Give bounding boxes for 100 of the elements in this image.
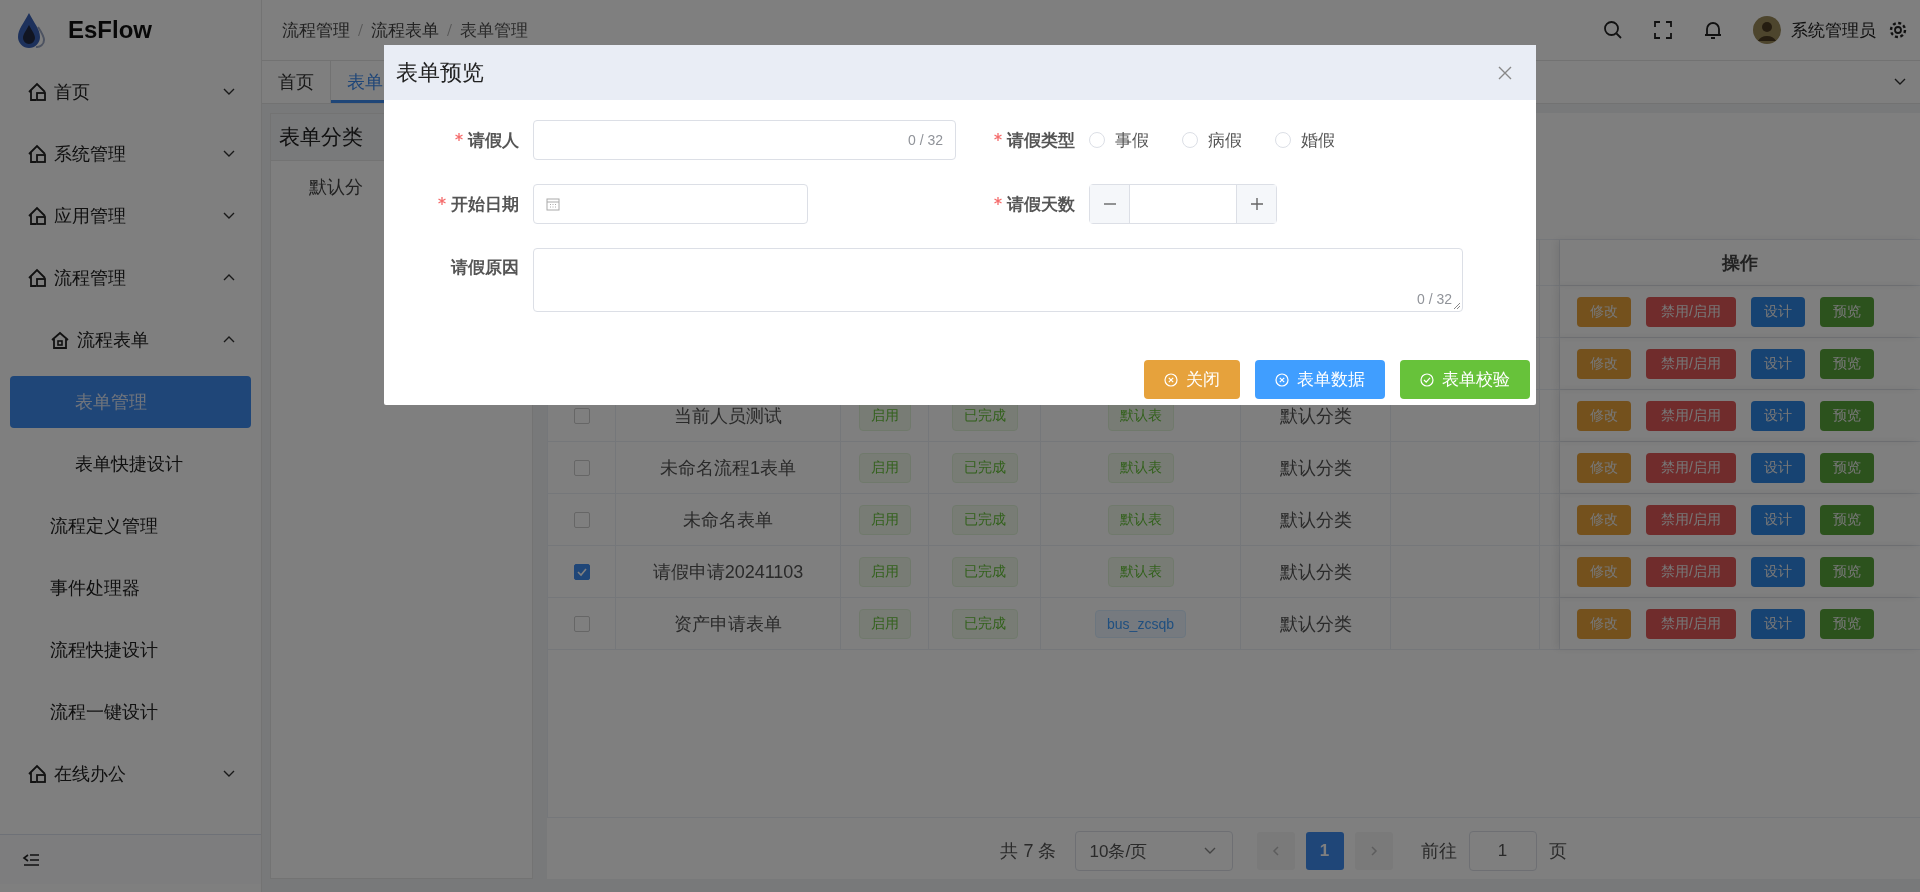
menu-item[interactable]: 表单管理 <box>10 376 251 428</box>
menu-item[interactable]: 应用管理 <box>0 185 261 247</box>
bell-icon <box>1703 20 1723 40</box>
menu-item[interactable]: 流程定义管理 <box>0 495 261 557</box>
field-label: 请假人 <box>468 129 519 152</box>
checkbox[interactable] <box>573 563 590 580</box>
action-button[interactable]: 设计 <box>1750 348 1805 379</box>
radio-circle[interactable] <box>1089 132 1105 148</box>
action-button[interactable]: 修改 <box>1577 400 1631 431</box>
table-cell-text: 未命名表单 <box>683 508 773 532</box>
status-tag: 已完成 <box>951 452 1018 483</box>
action-button[interactable]: 修改 <box>1577 504 1631 535</box>
table-cell-text: 未命名流程1表单 <box>660 456 796 480</box>
menu-item[interactable]: 首页 <box>0 61 261 123</box>
action-button[interactable]: 修改 <box>1577 296 1631 327</box>
app-name: EsFlow <box>68 16 152 44</box>
table-cell-text: 请假申请20241103 <box>652 560 804 584</box>
page-size-select[interactable]: 10条/页 <box>1074 831 1233 871</box>
action-button[interactable]: 禁用/启用 <box>1646 504 1736 535</box>
action-button[interactable]: 设计 <box>1750 296 1805 327</box>
radio-option[interactable]: 事假 <box>1089 128 1149 152</box>
status-tag: 启用 <box>858 452 911 483</box>
action-button[interactable]: 禁用/启用 <box>1646 556 1736 587</box>
radio-option[interactable]: 婚假 <box>1275 128 1335 152</box>
number-field[interactable] <box>1089 184 1277 224</box>
action-button[interactable]: 修改 <box>1577 608 1631 639</box>
breadcrumb-item[interactable]: 流程表单 <box>371 18 439 42</box>
status-tag: 默认表 <box>1107 452 1174 483</box>
menu-item[interactable]: 在线办公 <box>0 743 261 805</box>
field-label: 开始日期 <box>451 193 519 216</box>
radio-option[interactable]: 病假 <box>1182 128 1242 152</box>
checkbox[interactable] <box>573 511 590 528</box>
menu-item[interactable]: 流程快捷设计 <box>0 619 261 681</box>
menu-item[interactable]: 流程一键设计 <box>0 681 261 743</box>
search-icon <box>1603 20 1623 40</box>
field-label: 请假天数 <box>1007 193 1075 216</box>
action-button[interactable]: 预览 <box>1819 452 1874 483</box>
action-button[interactable]: 修改 <box>1577 348 1631 379</box>
checkbox[interactable] <box>573 615 590 632</box>
action-button[interactable]: 预览 <box>1819 400 1874 431</box>
next-page-button[interactable] <box>1354 832 1393 870</box>
action-button[interactable]: 预览 <box>1819 608 1874 639</box>
text-area[interactable]: 0 / 32 <box>533 248 1463 312</box>
menu-item[interactable]: 流程表单 <box>0 309 261 371</box>
action-button[interactable]: 预览 <box>1819 504 1874 535</box>
status-tag: 默认表 <box>1107 504 1174 535</box>
breadcrumb-item[interactable]: 流程管理 <box>282 18 350 42</box>
page-button[interactable]: 1 <box>1305 832 1344 870</box>
calendar-icon <box>546 197 560 211</box>
checkbox[interactable] <box>573 407 590 424</box>
text-field[interactable]: 0 / 32 <box>533 120 956 160</box>
house-lock-icon <box>27 764 47 784</box>
table-cell-text: 资产申请表单 <box>674 612 782 636</box>
menu-item[interactable]: 流程管理 <box>0 247 261 309</box>
table-cell-text: 默认分类 <box>1279 560 1352 584</box>
dialog-button[interactable]: 表单校验 <box>1400 360 1530 399</box>
circle-x-icon <box>1275 372 1289 387</box>
menu-item[interactable]: 事件处理器 <box>0 557 261 619</box>
total-count: 共 7 条 <box>1000 840 1057 863</box>
action-button[interactable]: 设计 <box>1750 504 1805 535</box>
status-tag: 启用 <box>858 504 911 535</box>
decrease-button[interactable] <box>1090 185 1130 223</box>
increase-button[interactable] <box>1236 185 1276 223</box>
action-button[interactable]: 设计 <box>1750 556 1805 587</box>
status-tag: 启用 <box>858 556 911 587</box>
action-button[interactable]: 预览 <box>1819 296 1874 327</box>
action-button[interactable]: 设计 <box>1750 608 1805 639</box>
date-field[interactable] <box>533 184 808 224</box>
tab[interactable]: 首页 <box>262 61 331 103</box>
action-button[interactable]: 禁用/启用 <box>1646 608 1736 639</box>
house-lock-icon <box>27 268 47 288</box>
action-button[interactable]: 禁用/启用 <box>1646 452 1736 483</box>
menu-item[interactable]: 表单快捷设计 <box>0 433 261 495</box>
table-cell-text: 默认分类 <box>1279 612 1352 636</box>
dialog-button[interactable]: 表单数据 <box>1255 360 1385 399</box>
settings-icon <box>1888 20 1908 40</box>
action-button[interactable]: 修改 <box>1577 452 1631 483</box>
user-name[interactable]: 系统管理员 <box>1791 18 1876 42</box>
action-button[interactable]: 禁用/启用 <box>1646 296 1736 327</box>
collapse-menu-icon <box>22 851 40 868</box>
radio-circle[interactable] <box>1275 132 1291 148</box>
action-button[interactable]: 禁用/启用 <box>1646 400 1736 431</box>
menu-item[interactable]: 系统管理 <box>0 123 261 185</box>
status-tag: bus_zcsqb <box>1095 609 1186 638</box>
radio-circle[interactable] <box>1182 132 1198 148</box>
dialog-button[interactable]: 关闭 <box>1144 360 1240 399</box>
action-button[interactable]: 设计 <box>1750 400 1805 431</box>
page-input[interactable]: 1 <box>1468 831 1537 871</box>
table-cell-text: 当前人员测试 <box>674 404 782 428</box>
breadcrumb-item[interactable]: 表单管理 <box>460 18 528 42</box>
house-lock-icon <box>27 82 47 102</box>
status-tag: 已完成 <box>951 608 1018 639</box>
checkbox[interactable] <box>573 459 590 476</box>
action-button[interactable]: 禁用/启用 <box>1646 348 1736 379</box>
action-button[interactable]: 设计 <box>1750 452 1805 483</box>
action-button[interactable]: 修改 <box>1577 556 1631 587</box>
prev-page-button[interactable] <box>1256 832 1295 870</box>
action-button[interactable]: 预览 <box>1819 556 1874 587</box>
water-drop-icon <box>16 11 46 49</box>
action-button[interactable]: 预览 <box>1819 348 1874 379</box>
